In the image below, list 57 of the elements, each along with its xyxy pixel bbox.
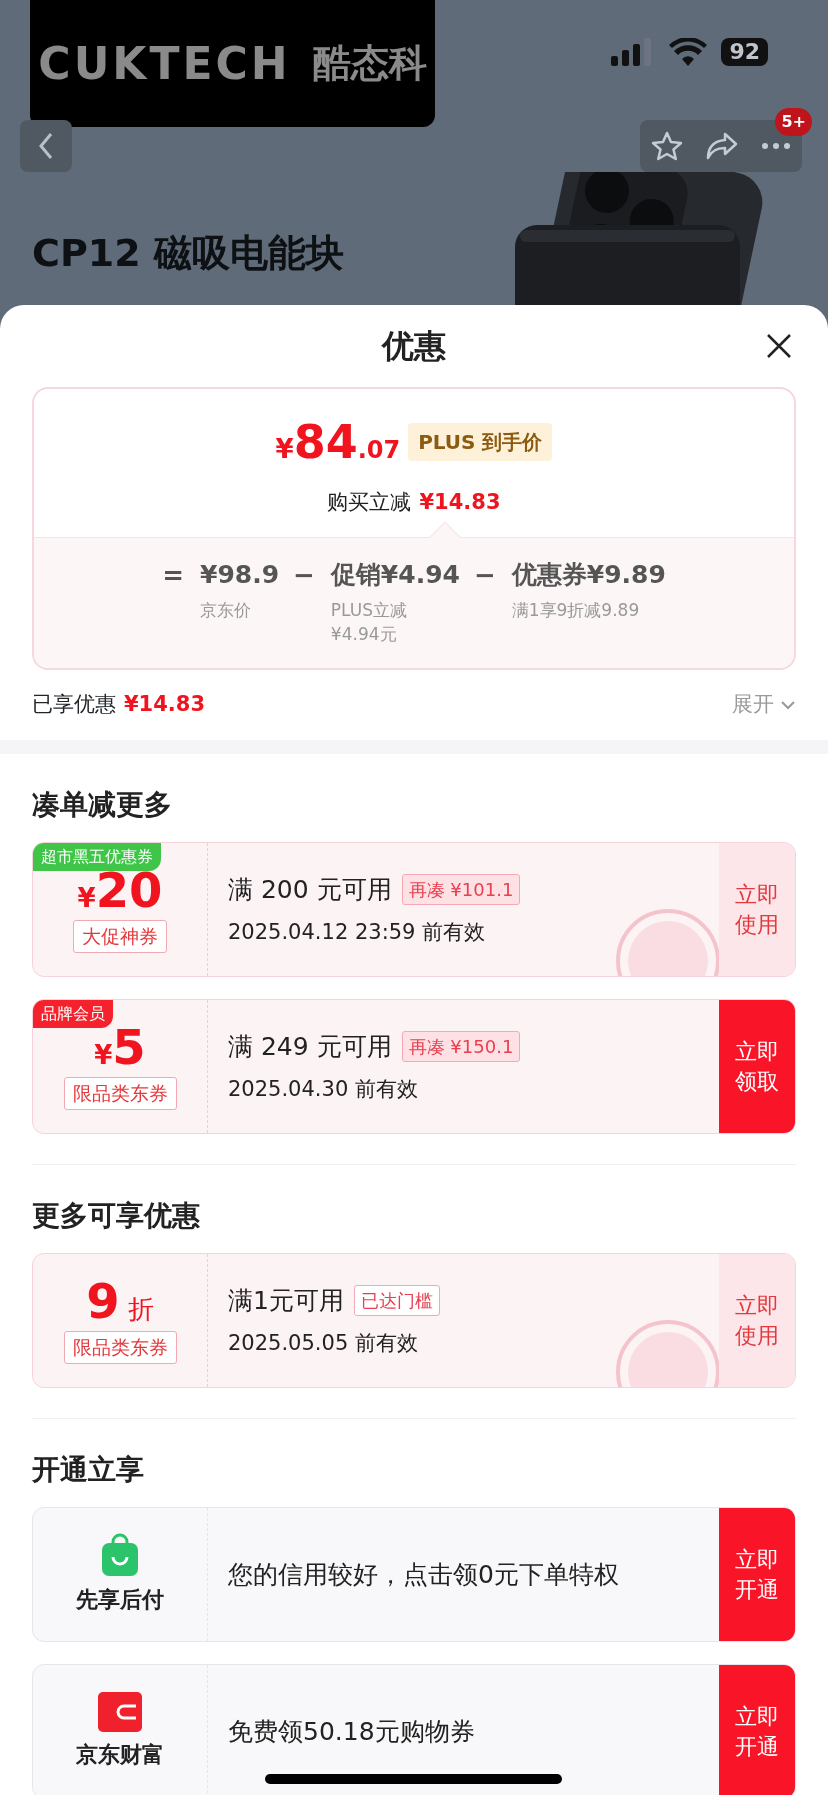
service-name: 京东财富 (76, 1741, 164, 1769)
wallet-icon (98, 1692, 142, 1732)
operator: − (473, 559, 496, 592)
use-button[interactable]: 立即使用 (719, 843, 795, 976)
back-icon (37, 131, 55, 161)
chevron-icon (780, 700, 796, 710)
price-label: PLUS 到手价 (408, 423, 553, 462)
price-term: 促销¥4.94 (330, 559, 460, 591)
coupon-label: 限品类东券 (63, 1331, 177, 1364)
savings-text: 已享优惠 ¥14.83 (32, 691, 206, 719)
activate-button[interactable]: 立即开通 (719, 1665, 795, 1795)
coupon-label: 大促神券 (73, 920, 167, 953)
battery-indicator: 92 (721, 38, 768, 66)
coupon-hint: 再凑 ¥101.1 (401, 874, 521, 906)
discount-text: 购买立减 ¥14.83 (327, 488, 501, 516)
coupon-tag: 品牌会员 (33, 1000, 113, 1028)
coupon-condition: 满 200 元可用 (228, 874, 392, 906)
coupon-value: 9 折 (86, 1277, 154, 1326)
coupon-tag: 超市黑五优惠券 (33, 843, 161, 871)
shopping-bag-icon (100, 1533, 140, 1577)
message-badge: 5+ (775, 108, 812, 136)
coupon-hint: 再凑 ¥150.1 (401, 1031, 521, 1063)
activate-button[interactable]: 立即开通 (719, 1508, 795, 1641)
expand-button[interactable]: 展开 (732, 689, 796, 721)
wifi-icon (669, 38, 708, 66)
brand-logo: CUKTECH (38, 36, 291, 91)
sheet-title: 优惠 (382, 326, 446, 367)
operator: − (293, 559, 315, 592)
section-title: 开通立享 (32, 1452, 145, 1488)
more-icon[interactable] (761, 142, 791, 150)
close-icon[interactable] (766, 333, 792, 359)
validity-text: 2025.04.12 23:59 前有效 (228, 918, 487, 946)
product-title: CP12 磁吸电能块 (32, 230, 344, 277)
validity-text: 2025.04.30 前有效 (228, 1075, 419, 1103)
claim-button[interactable]: 立即领取 (719, 1000, 795, 1133)
section-title: 凑单减更多 (32, 787, 173, 823)
price-term: 优惠券¥9.89 (511, 559, 666, 591)
final-price: ¥84.07 (275, 413, 401, 471)
service-text: 免费领50.18元购物券 (228, 1715, 476, 1748)
coupon-condition: 满 249 元可用 (228, 1031, 392, 1063)
share-icon[interactable] (705, 131, 739, 161)
coupon-label: 限品类东券 (63, 1077, 177, 1110)
section-title: 更多可享优惠 (32, 1198, 201, 1234)
term-note: 满1享9折减9.89 (511, 599, 641, 622)
term-note: PLUS立减 ¥4.94元 (330, 599, 408, 646)
validity-text: 2025.05.05 前有效 (228, 1329, 419, 1357)
price-term: ¥98.9 (200, 559, 280, 591)
back-button[interactable] (20, 120, 72, 172)
use-button[interactable]: 立即使用 (719, 1254, 795, 1387)
coupon-condition: 满1元可用 (228, 1285, 344, 1317)
brand-name: 酷态科 (312, 40, 427, 87)
term-note: 京东价 (200, 599, 252, 622)
operator: = (162, 559, 184, 592)
coupon-hint: 已达门槛 (353, 1285, 440, 1317)
favorite-icon[interactable] (651, 130, 683, 162)
service-name: 先享后付 (76, 1586, 164, 1614)
service-text: 您的信用较好，点击领0元下单特权 (228, 1558, 620, 1591)
